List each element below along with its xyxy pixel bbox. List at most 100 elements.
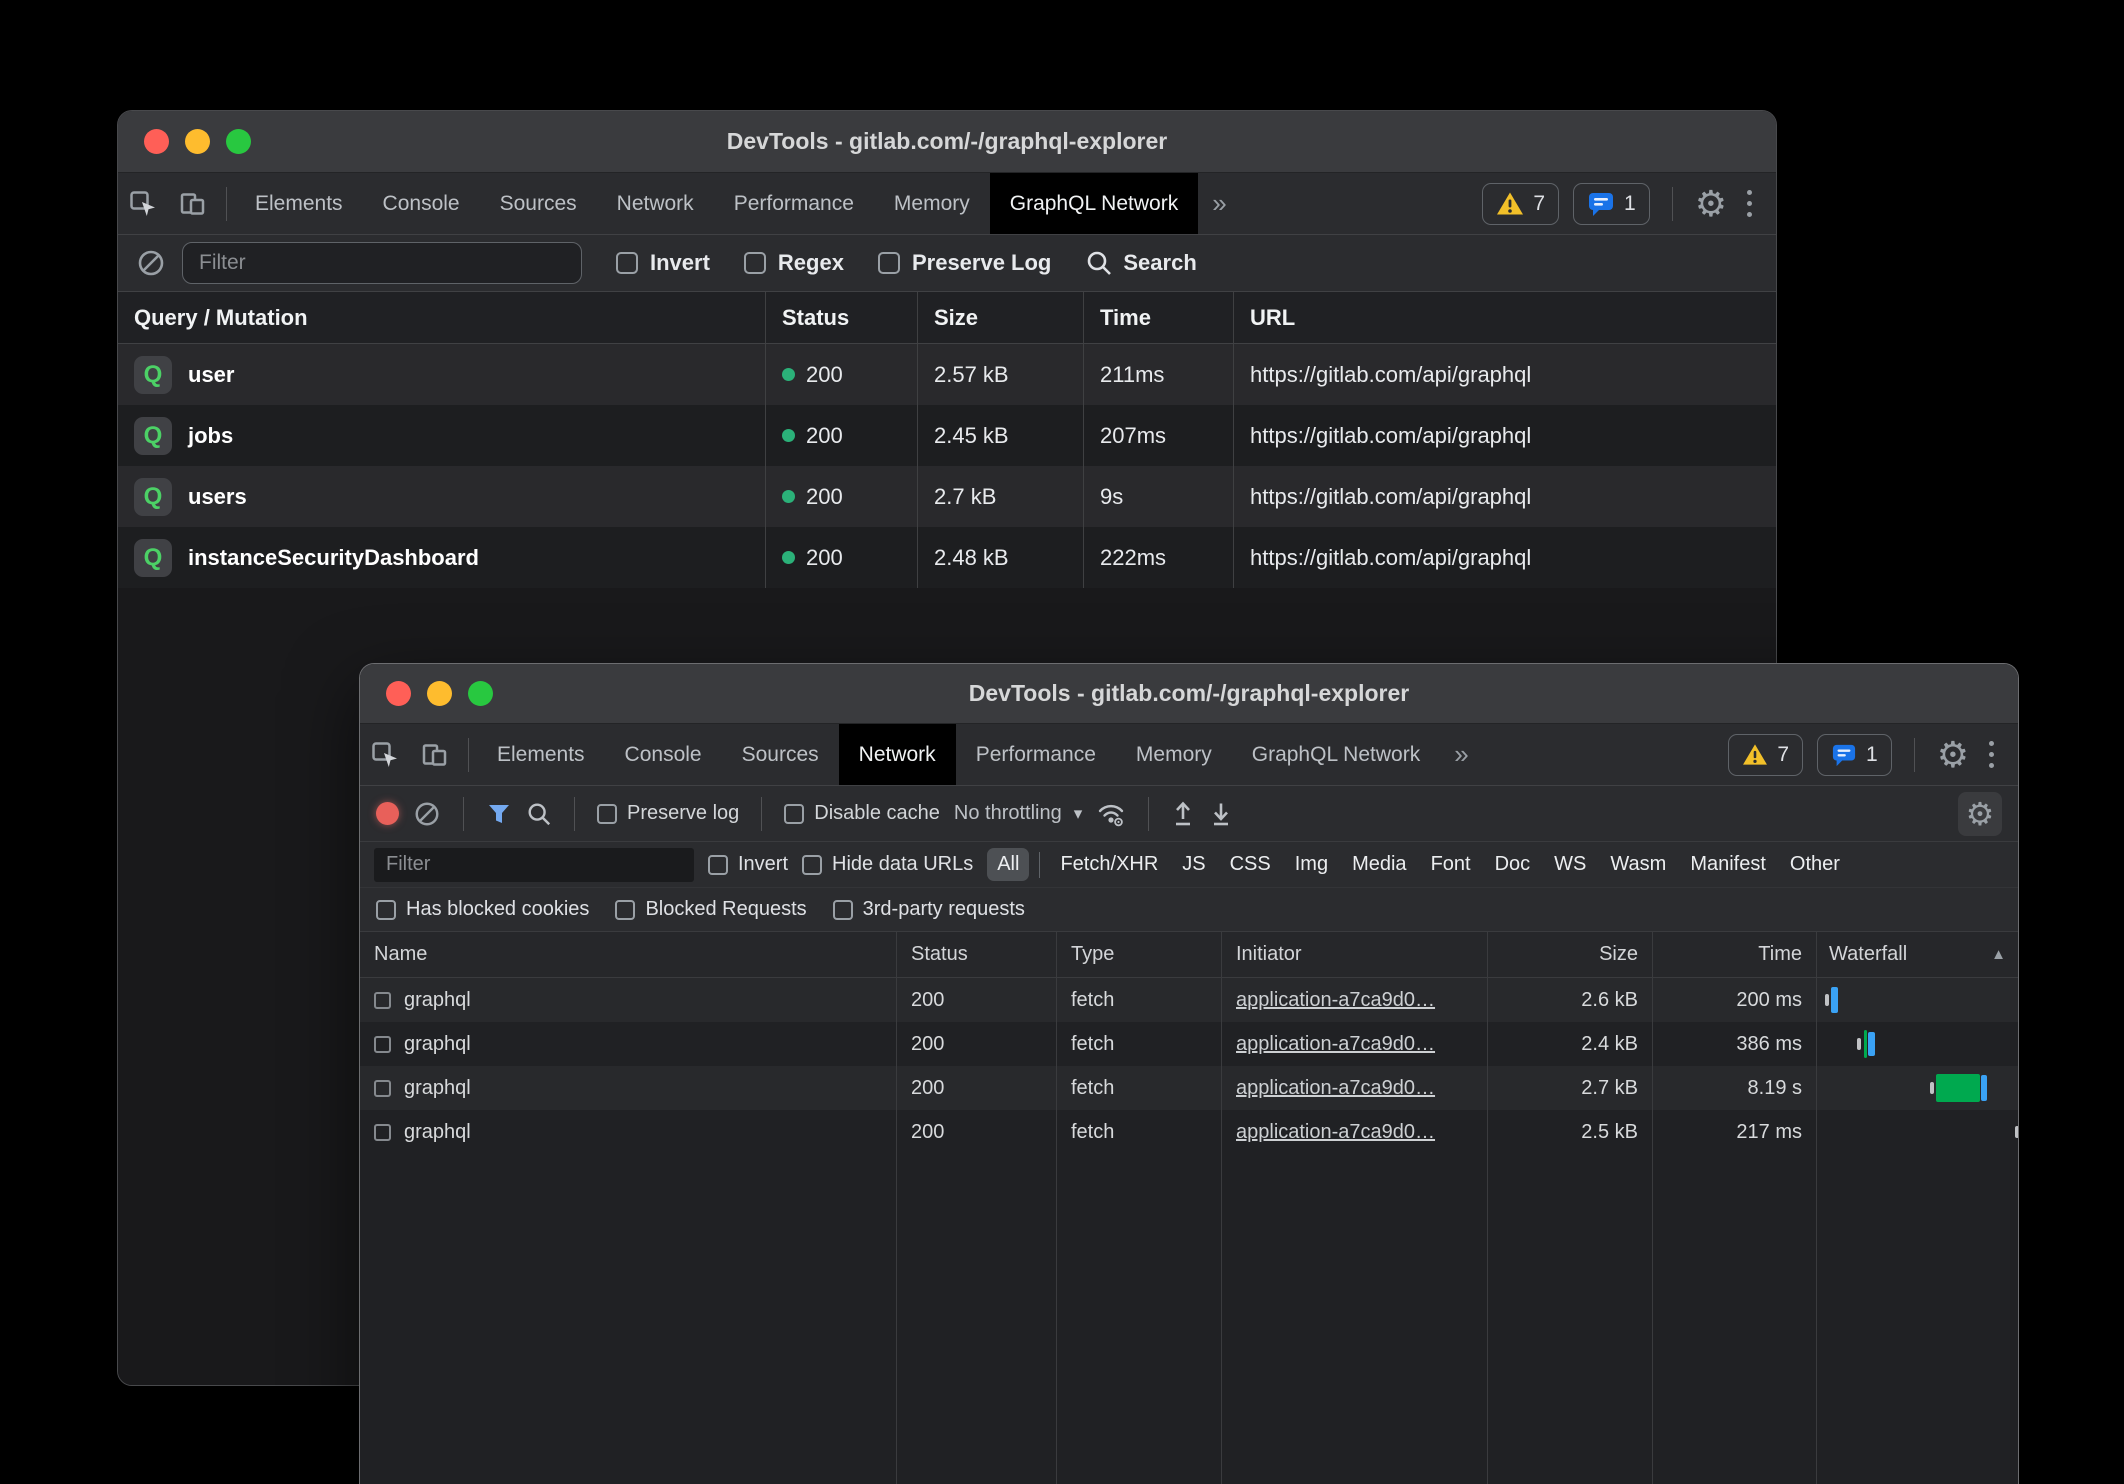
hide-data-urls-checkbox[interactable] bbox=[802, 855, 822, 875]
column-divider[interactable] bbox=[1816, 1154, 1817, 1484]
import-har-icon[interactable] bbox=[1171, 800, 1195, 828]
third-party-checkbox-group[interactable]: 3rd-party requests bbox=[833, 898, 1025, 921]
col-query-mutation[interactable]: Query / Mutation bbox=[118, 292, 766, 343]
initiator-link[interactable]: application-a7ca9d0… bbox=[1236, 1077, 1435, 1100]
initiator-link[interactable]: application-a7ca9d0… bbox=[1236, 989, 1435, 1012]
more-options-kebab-icon[interactable] bbox=[1741, 190, 1758, 217]
filter-ws[interactable]: WS bbox=[1544, 848, 1596, 881]
filter-all[interactable]: All bbox=[987, 848, 1029, 881]
blocked-cookies-checkbox[interactable] bbox=[376, 900, 396, 920]
network-row[interactable]: graphql 200 fetch application-a7ca9d0… 2… bbox=[360, 1110, 2018, 1154]
preserve-log-checkbox[interactable] bbox=[597, 804, 617, 824]
network-settings-button[interactable]: ⚙ bbox=[1958, 792, 2002, 836]
graphql-row[interactable]: Q jobs 200 2.45 kB 207ms https://gitlab.… bbox=[118, 405, 1776, 466]
tab-performance[interactable]: Performance bbox=[956, 724, 1116, 785]
titlebar[interactable]: DevTools - gitlab.com/-/graphql-explorer bbox=[118, 111, 1776, 173]
settings-gear-icon[interactable]: ⚙ bbox=[1937, 737, 1969, 773]
column-divider[interactable] bbox=[1487, 1154, 1488, 1484]
tab-console[interactable]: Console bbox=[605, 724, 722, 785]
export-har-icon[interactable] bbox=[1209, 800, 1233, 828]
invert-checkbox-group[interactable]: Invert bbox=[708, 853, 788, 876]
filter-input[interactable] bbox=[182, 242, 582, 284]
preserve-log-checkbox-group[interactable]: Preserve Log bbox=[878, 250, 1051, 276]
column-divider[interactable] bbox=[896, 1154, 897, 1484]
device-toolbar-button[interactable] bbox=[168, 173, 218, 234]
filter-wasm[interactable]: Wasm bbox=[1600, 848, 1676, 881]
filter-fetch-xhr[interactable]: Fetch/XHR bbox=[1050, 848, 1168, 881]
col-time[interactable]: Time bbox=[1653, 932, 1817, 977]
preserve-log-checkbox-group[interactable]: Preserve log bbox=[597, 802, 739, 825]
graphql-row[interactable]: Q user 200 2.57 kB 211ms https://gitlab.… bbox=[118, 344, 1776, 405]
regex-checkbox[interactable] bbox=[744, 252, 766, 274]
filter-doc[interactable]: Doc bbox=[1485, 848, 1541, 881]
row-checkbox[interactable] bbox=[374, 1080, 391, 1097]
tab-console[interactable]: Console bbox=[363, 173, 480, 234]
tab-graphql-network[interactable]: GraphQL Network bbox=[990, 173, 1198, 234]
throttling-dropdown[interactable]: No throttling ▾ bbox=[954, 802, 1082, 825]
filter-other[interactable]: Other bbox=[1780, 848, 1850, 881]
col-url[interactable]: URL bbox=[1234, 292, 1776, 343]
warnings-badge[interactable]: 7 bbox=[1482, 183, 1559, 225]
row-checkbox[interactable] bbox=[374, 992, 391, 1009]
tab-memory[interactable]: Memory bbox=[874, 173, 990, 234]
col-size[interactable]: Size bbox=[1488, 932, 1653, 977]
col-type[interactable]: Type bbox=[1057, 932, 1222, 977]
tab-network[interactable]: Network bbox=[597, 173, 714, 234]
filter-media[interactable]: Media bbox=[1342, 848, 1416, 881]
settings-gear-icon[interactable]: ⚙ bbox=[1695, 186, 1727, 222]
blocked-cookies-checkbox-group[interactable]: Has blocked cookies bbox=[376, 898, 589, 921]
row-checkbox[interactable] bbox=[374, 1124, 391, 1141]
tab-sources[interactable]: Sources bbox=[722, 724, 839, 785]
issues-badge[interactable]: 1 bbox=[1817, 734, 1892, 776]
search-icon[interactable] bbox=[526, 801, 552, 827]
initiator-link[interactable]: application-a7ca9d0… bbox=[1236, 1121, 1435, 1144]
tab-elements[interactable]: Elements bbox=[477, 724, 605, 785]
invert-checkbox[interactable] bbox=[708, 855, 728, 875]
filter-js[interactable]: JS bbox=[1172, 848, 1215, 881]
search-button[interactable]: Search bbox=[1085, 249, 1196, 277]
record-button[interactable] bbox=[376, 802, 399, 825]
tab-network[interactable]: Network bbox=[839, 724, 956, 785]
titlebar[interactable]: DevTools - gitlab.com/-/graphql-explorer bbox=[360, 664, 2018, 724]
col-name[interactable]: Name bbox=[360, 932, 897, 977]
tab-memory[interactable]: Memory bbox=[1116, 724, 1232, 785]
graphql-row[interactable]: Q users 200 2.7 kB 9s https://gitlab.com… bbox=[118, 466, 1776, 527]
filter-css[interactable]: CSS bbox=[1220, 848, 1281, 881]
initiator-link[interactable]: application-a7ca9d0… bbox=[1236, 1033, 1435, 1056]
filter-font[interactable]: Font bbox=[1421, 848, 1481, 881]
issues-badge[interactable]: 1 bbox=[1573, 183, 1650, 225]
invert-checkbox[interactable] bbox=[616, 252, 638, 274]
col-size[interactable]: Size bbox=[918, 292, 1084, 343]
more-options-kebab-icon[interactable] bbox=[1983, 741, 2000, 768]
preserve-log-checkbox[interactable] bbox=[878, 252, 900, 274]
tab-performance[interactable]: Performance bbox=[714, 173, 874, 234]
row-checkbox[interactable] bbox=[374, 1036, 391, 1053]
col-time[interactable]: Time bbox=[1084, 292, 1234, 343]
filter-manifest[interactable]: Manifest bbox=[1680, 848, 1776, 881]
disable-cache-checkbox[interactable] bbox=[784, 804, 804, 824]
clear-block-icon[interactable] bbox=[136, 248, 166, 278]
network-row[interactable]: graphql 200 fetch application-a7ca9d0… 2… bbox=[360, 978, 2018, 1022]
blocked-requests-checkbox[interactable] bbox=[615, 900, 635, 920]
warnings-badge[interactable]: 7 bbox=[1728, 734, 1803, 776]
tab-sources[interactable]: Sources bbox=[480, 173, 597, 234]
column-divider[interactable] bbox=[1652, 1154, 1653, 1484]
filter-input[interactable] bbox=[374, 848, 694, 882]
column-divider[interactable] bbox=[1221, 1154, 1222, 1484]
col-status[interactable]: Status bbox=[766, 292, 918, 343]
inspect-element-button[interactable] bbox=[118, 173, 168, 234]
invert-checkbox-group[interactable]: Invert bbox=[616, 250, 710, 276]
blocked-requests-checkbox-group[interactable]: Blocked Requests bbox=[615, 898, 806, 921]
column-divider[interactable] bbox=[1056, 1154, 1057, 1484]
tab-graphql-network[interactable]: GraphQL Network bbox=[1232, 724, 1440, 785]
col-initiator[interactable]: Initiator bbox=[1222, 932, 1488, 977]
tab-elements[interactable]: Elements bbox=[235, 173, 363, 234]
hide-data-urls-checkbox-group[interactable]: Hide data URLs bbox=[802, 853, 973, 876]
graphql-row[interactable]: Q instanceSecurityDashboard 200 2.48 kB … bbox=[118, 527, 1776, 588]
disable-cache-checkbox-group[interactable]: Disable cache bbox=[784, 802, 940, 825]
col-waterfall[interactable]: Waterfall ▲ bbox=[1817, 932, 2018, 977]
regex-checkbox-group[interactable]: Regex bbox=[744, 250, 844, 276]
more-tabs-button[interactable]: » bbox=[1198, 173, 1240, 234]
device-toolbar-button[interactable] bbox=[410, 724, 460, 785]
col-status[interactable]: Status bbox=[897, 932, 1057, 977]
